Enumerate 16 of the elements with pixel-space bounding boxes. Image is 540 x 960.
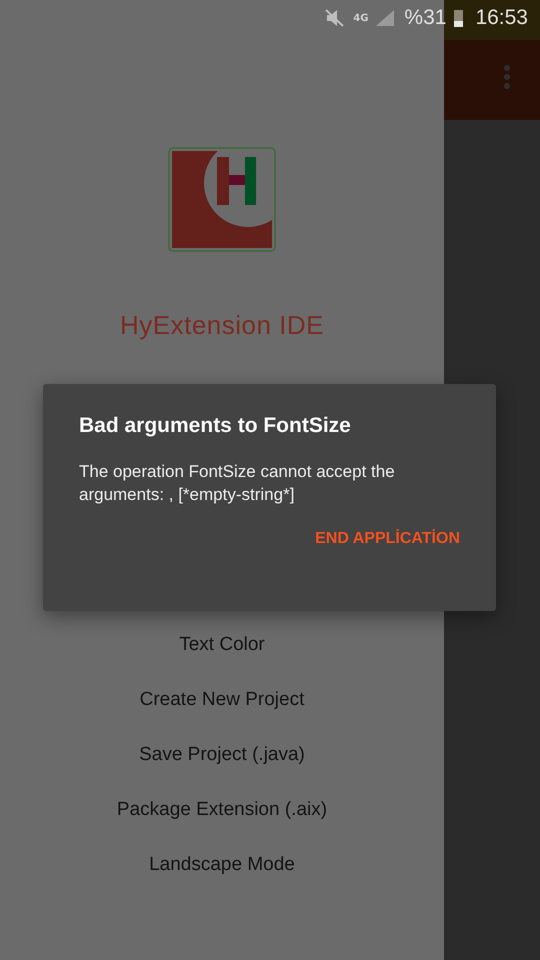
signal-icon xyxy=(376,10,394,26)
end-application-button[interactable]: END APPLİCATİON xyxy=(315,524,460,554)
dialog-message: The operation FontSize cannot accept the arguments: , [*empty-string*] xyxy=(79,461,396,506)
clock: 16:53 xyxy=(475,6,528,30)
network-label: 4G xyxy=(353,12,368,24)
menu-item[interactable]: Package Extension (.aix) xyxy=(116,782,328,837)
menu-item[interactable]: Create New Project xyxy=(140,672,304,727)
menu-item[interactable]: Text Color xyxy=(179,617,265,672)
overflow-menu-icon[interactable] xyxy=(503,65,511,89)
logo-icon xyxy=(168,147,276,252)
app-title: HyExtension IDE xyxy=(120,310,324,341)
mute-icon xyxy=(325,9,346,27)
menu-item[interactable]: Save Project (.java) xyxy=(139,727,305,782)
dialog-title: Bad arguments to FontSize xyxy=(79,414,352,438)
menu-item[interactable]: Landscape Mode xyxy=(149,837,295,892)
battery-icon xyxy=(454,9,464,27)
